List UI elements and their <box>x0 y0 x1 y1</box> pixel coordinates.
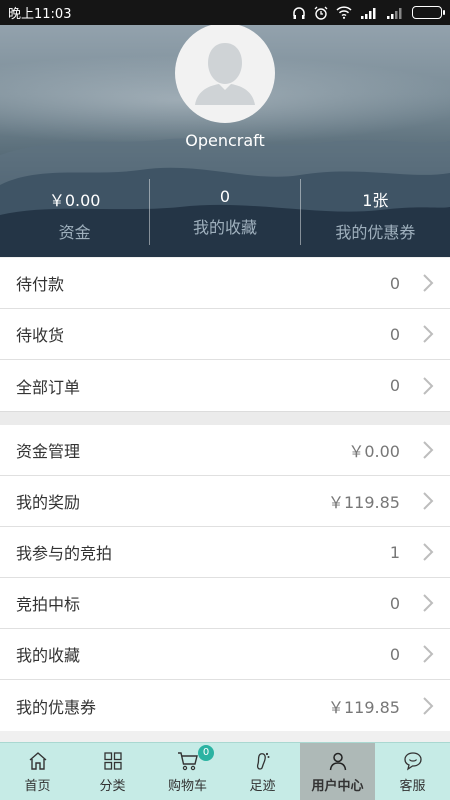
cart-badge: 0 <box>198 745 214 761</box>
row-value: ￥119.85 <box>328 697 400 717</box>
row-value: 1 <box>389 542 400 562</box>
tab-label: 用户中心 <box>311 779 364 794</box>
status-time: 晚上11:03 <box>8 7 72 22</box>
signal-icon <box>361 7 376 19</box>
username[interactable]: Opencraft <box>0 131 450 150</box>
tab-customer-service[interactable]: 客服 <box>375 743 450 800</box>
tab-footprint[interactable]: 足迹 <box>225 743 300 800</box>
grid-icon <box>103 752 122 770</box>
tab-label: 足迹 <box>249 779 276 794</box>
list-item-my-auctions[interactable]: 我参与的竞拍 1 <box>0 527 450 578</box>
row-label: 我参与的竞拍 <box>16 544 113 563</box>
list-item-my-rewards[interactable]: 我的奖励 ￥119.85 <box>0 476 450 527</box>
stat-value: ￥0.00 <box>48 191 101 210</box>
order-list: 待付款 0 待收货 0 全部订单 0 <box>0 258 450 411</box>
wifi-icon <box>336 6 352 19</box>
stat-funds[interactable]: ￥0.00 资金 <box>0 177 149 247</box>
stat-label: 我的收藏 <box>192 218 257 237</box>
tab-category[interactable]: 分类 <box>75 743 150 800</box>
signal-weak-icon <box>387 7 402 19</box>
stat-value: 0 <box>219 187 231 206</box>
row-value: 0 <box>389 376 400 395</box>
list-item-my-favorites[interactable]: 我的收藏 0 <box>0 629 450 680</box>
chevron-right-icon <box>423 645 434 663</box>
row-label: 我的优惠券 <box>16 697 97 717</box>
tab-label: 购物车 <box>167 779 207 794</box>
row-value: 0 <box>389 593 400 613</box>
row-value: 0 <box>389 644 400 664</box>
headphones-icon <box>293 6 305 19</box>
row-label: 待收货 <box>16 326 65 345</box>
profile-header: Opencraft ￥0.00 资金 0 我的收藏 1张 我的优惠券 <box>0 25 450 257</box>
chevron-right-icon <box>423 441 434 459</box>
tab-home[interactable]: 首页 <box>0 743 75 800</box>
account-list: 资金管理 ￥0.00 我的奖励 ￥119.85 我参与的竞拍 1 竞拍中标 0 … <box>0 425 450 731</box>
bottom-tab-bar: 首页 分类 0 购物车 足迹 用户中心 客服 <box>0 742 450 800</box>
row-label: 全部订单 <box>16 377 81 397</box>
footprint-icon <box>256 752 269 770</box>
chevron-right-icon <box>423 696 434 715</box>
stat-favorites[interactable]: 0 我的收藏 <box>150 177 299 247</box>
user-icon <box>329 752 346 771</box>
row-label: 竞拍中标 <box>16 595 81 614</box>
list-item-pending-payment[interactable]: 待付款 0 <box>0 258 450 309</box>
row-label: 资金管理 <box>16 442 81 461</box>
avatar[interactable] <box>175 25 275 123</box>
tab-label: 客服 <box>399 779 426 794</box>
tab-user-center[interactable]: 用户中心 <box>300 743 375 800</box>
chat-icon <box>403 752 422 771</box>
list-item-my-coupons[interactable]: 我的优惠券 ￥119.85 <box>0 680 450 731</box>
stat-value: 1张 <box>362 191 389 210</box>
list-item-auction-wins[interactable]: 竞拍中标 0 <box>0 578 450 629</box>
list-item-pending-receipt[interactable]: 待收货 0 <box>0 309 450 360</box>
row-value: ￥119.85 <box>328 493 400 512</box>
chevron-right-icon <box>423 543 434 561</box>
tab-label: 分类 <box>99 779 126 794</box>
default-user-avatar-icon <box>195 43 255 105</box>
tab-cart[interactable]: 0 购物车 <box>150 743 225 800</box>
row-value: 0 <box>389 273 400 293</box>
status-icons <box>292 6 445 20</box>
row-label: 我的奖励 <box>16 493 81 512</box>
row-value: ￥0.00 <box>348 442 400 461</box>
list-item-fund-management[interactable]: 资金管理 ￥0.00 <box>0 425 450 476</box>
stat-coupons[interactable]: 1张 我的优惠券 <box>301 177 450 247</box>
profile-stats: ￥0.00 资金 0 我的收藏 1张 我的优惠券 <box>0 177 450 247</box>
chevron-right-icon <box>423 274 434 292</box>
section-gap <box>0 411 450 425</box>
cart-icon <box>177 752 198 771</box>
stat-label: 我的优惠券 <box>335 223 416 242</box>
row-label: 待付款 <box>16 275 65 294</box>
row-value: 0 <box>389 324 400 344</box>
home-icon <box>29 752 46 770</box>
alarm-icon <box>314 6 328 20</box>
row-label: 我的收藏 <box>16 646 81 665</box>
chevron-right-icon <box>423 325 434 343</box>
list-item-all-orders[interactable]: 全部订单 0 <box>0 360 450 411</box>
chevron-right-icon <box>423 594 434 612</box>
tab-label: 首页 <box>24 779 51 794</box>
chevron-right-icon <box>423 376 434 395</box>
chevron-right-icon <box>423 492 434 510</box>
stat-label: 资金 <box>58 223 91 242</box>
app-screen: 晚上11:03 Opencraft ￥0.00 资金 0 我的收藏 1张 我的优… <box>0 0 450 800</box>
battery-icon <box>412 6 445 19</box>
status-bar: 晚上11:03 <box>0 0 450 25</box>
